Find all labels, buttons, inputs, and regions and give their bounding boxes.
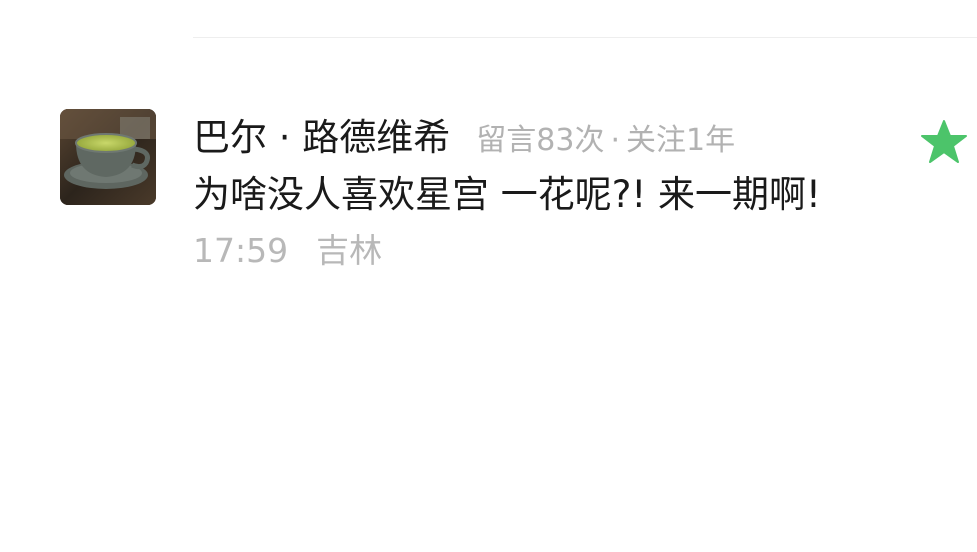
comment-header: 巴尔 · 路德维希 留言83次 · 关注1年 — [193, 106, 977, 170]
comment-footer: 17:59 吉林 — [193, 228, 977, 274]
avatar[interactable] — [60, 109, 156, 205]
star-icon[interactable] — [920, 118, 968, 166]
top-divider — [193, 37, 977, 38]
comment-item: 巴尔 · 路德维希 留言83次 · 关注1年 为啥没人喜欢星宫 一花呢?! 来一期啊… — [193, 106, 977, 274]
coffee-cup-avatar-image — [60, 109, 156, 205]
message-count: 留言83次 — [476, 123, 605, 158]
comment-text: 为啥没人喜欢星宫 一花呢?! 来一期啊! — [193, 173, 821, 216]
follow-duration: 关注1年 — [626, 123, 736, 158]
comment-location: 吉林 — [316, 231, 383, 270]
meta-separator: · — [610, 123, 621, 158]
comment-time: 17:59 — [193, 231, 289, 270]
username[interactable]: 巴尔 · 路德维希 — [193, 106, 450, 170]
user-meta: 留言83次 · 关注1年 — [476, 109, 735, 173]
